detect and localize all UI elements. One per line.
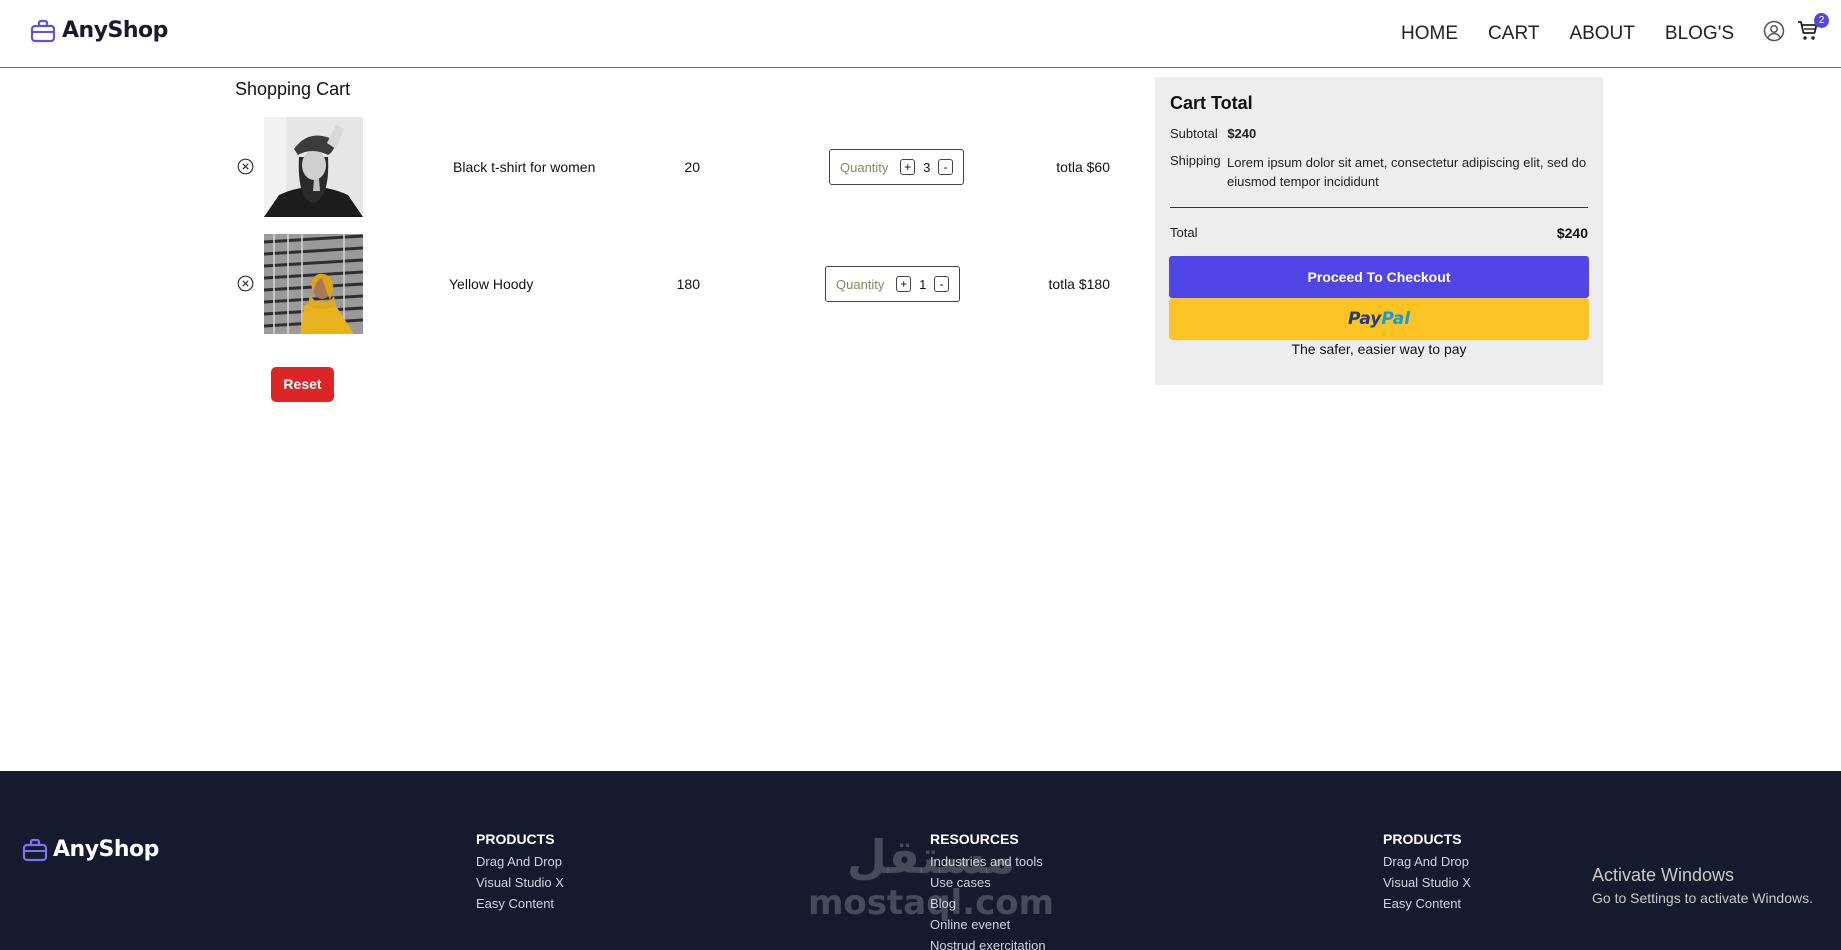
paypal-button[interactable]: PayPal <box>1169 298 1589 340</box>
subtotal-label: Subtotal <box>1170 126 1218 141</box>
briefcase-icon <box>30 19 56 43</box>
footer-link[interactable]: Drag And Drop <box>476 854 564 869</box>
footer-link[interactable]: Drag And Drop <box>1383 854 1471 869</box>
quantity-label: Quantity <box>836 276 885 292</box>
quantity-decrease-button[interactable]: - <box>934 276 949 292</box>
quantity-value: 1 <box>919 276 927 292</box>
product-image <box>264 234 363 334</box>
product-image <box>264 117 363 217</box>
activate-windows-overlay: Activate Windows Go to Settings to activ… <box>1592 865 1813 906</box>
item-total: totla $180 <box>1048 276 1111 292</box>
remove-circle-icon[interactable] <box>237 158 254 180</box>
shipping-text: Lorem ipsum dolor sit amet, consectetur … <box>1227 155 1587 189</box>
footer-link[interactable]: Industries and tools <box>930 854 1046 869</box>
nav-cart[interactable]: CART <box>1488 23 1539 45</box>
page-title: Shopping Cart <box>235 79 351 99</box>
user-icon[interactable] <box>1763 20 1785 47</box>
reset-button[interactable]: Reset <box>271 367 334 402</box>
footer-column-title: RESOURCES <box>930 831 1019 847</box>
cart-item-row: Black t-shirt for women 20 Quantity + 3 … <box>235 117 1115 217</box>
quantity-value: 3 <box>923 159 931 175</box>
footer-column-products: PRODUCTS Drag And Drop Visual Studio X E… <box>476 831 564 917</box>
activate-windows-subtitle: Go to Settings to activate Windows. <box>1592 890 1813 906</box>
footer-column-products-2: PRODUCTS Drag And Drop Visual Studio X E… <box>1383 831 1471 917</box>
footer-link[interactable]: Visual Studio X <box>1383 875 1471 890</box>
item-total: totla $60 <box>1056 159 1110 175</box>
proceed-to-checkout-button[interactable]: Proceed To Checkout <box>1169 256 1589 298</box>
subtotal-row: Subtotal $240 <box>1170 126 1256 141</box>
footer-link[interactable]: Blog <box>930 896 1046 911</box>
site-header: AnyShop HOME CART ABOUT BLOG'S 2 <box>0 0 1841 68</box>
paypal-logo-pay: Pay <box>1347 309 1382 329</box>
footer-link[interactable]: Use cases <box>930 875 1046 890</box>
total-value: $240 <box>1556 225 1588 241</box>
cart-total-panel: Cart Total Subtotal $240 Shipping Lorem … <box>1155 77 1603 385</box>
footer-link[interactable]: Online evenet <box>930 917 1046 932</box>
brand-logo[interactable]: AnyShop <box>30 18 168 43</box>
footer-link[interactable]: Nostrud exercitation <box>930 938 1046 950</box>
remove-circle-icon[interactable] <box>237 275 254 297</box>
quantity-increase-button[interactable]: + <box>896 276 912 292</box>
paypal-logo-pal: Pal <box>1381 309 1411 329</box>
footer-link[interactable]: Easy Content <box>476 896 564 911</box>
footer-brand-name: AnyShop <box>53 837 159 862</box>
footer-column-title: PRODUCTS <box>1383 831 1462 847</box>
nav-about[interactable]: ABOUT <box>1569 23 1634 45</box>
footer-column-resources: RESOURCES Industries and tools Use cases… <box>930 831 1046 950</box>
site-footer: AnyShop مستقل mostaql.com PRODUCTS Drag … <box>0 771 1841 950</box>
quantity-stepper: Quantity + 1 - <box>825 266 960 302</box>
subtotal-value: $240 <box>1227 126 1257 141</box>
total-label: Total <box>1170 225 1198 240</box>
cart-icon <box>1797 21 1819 46</box>
quantity-stepper: Quantity + 3 - <box>829 149 964 185</box>
product-price: 180 <box>676 276 700 292</box>
product-name: Black t-shirt for women <box>453 159 596 175</box>
paypal-tagline: The safer, easier way to pay <box>1291 341 1467 357</box>
activate-windows-title: Activate Windows <box>1592 865 1735 885</box>
main-nav: HOME CART ABOUT BLOG'S 2 <box>1401 13 1841 47</box>
product-name: Yellow Hoody <box>449 276 534 292</box>
quantity-label: Quantity <box>840 159 889 175</box>
cart-button[interactable]: 2 <box>1797 13 1829 47</box>
product-price: 20 <box>684 159 700 175</box>
shipping-label: Shipping <box>1170 153 1221 168</box>
divider <box>1170 207 1588 208</box>
shipping-row: Shipping Lorem ipsum dolor sit amet, con… <box>1170 153 1590 191</box>
cart-count-badge: 2 <box>1814 13 1829 28</box>
brand-name: AnyShop <box>62 18 168 43</box>
nav-home[interactable]: HOME <box>1401 23 1458 45</box>
footer-link[interactable]: Visual Studio X <box>476 875 564 890</box>
briefcase-icon <box>22 838 48 862</box>
quantity-decrease-button[interactable]: - <box>938 159 953 175</box>
nav-blogs[interactable]: BLOG'S <box>1665 23 1734 45</box>
footer-column-title: PRODUCTS <box>476 831 555 847</box>
footer-brand-logo[interactable]: AnyShop <box>22 837 159 862</box>
footer-link[interactable]: Easy Content <box>1383 896 1471 911</box>
cart-item-row: Yellow Hoody 180 Quantity + 1 - totla $1… <box>235 234 1115 334</box>
cart-total-title: Cart Total <box>1170 93 1253 113</box>
quantity-increase-button[interactable]: + <box>900 159 916 175</box>
